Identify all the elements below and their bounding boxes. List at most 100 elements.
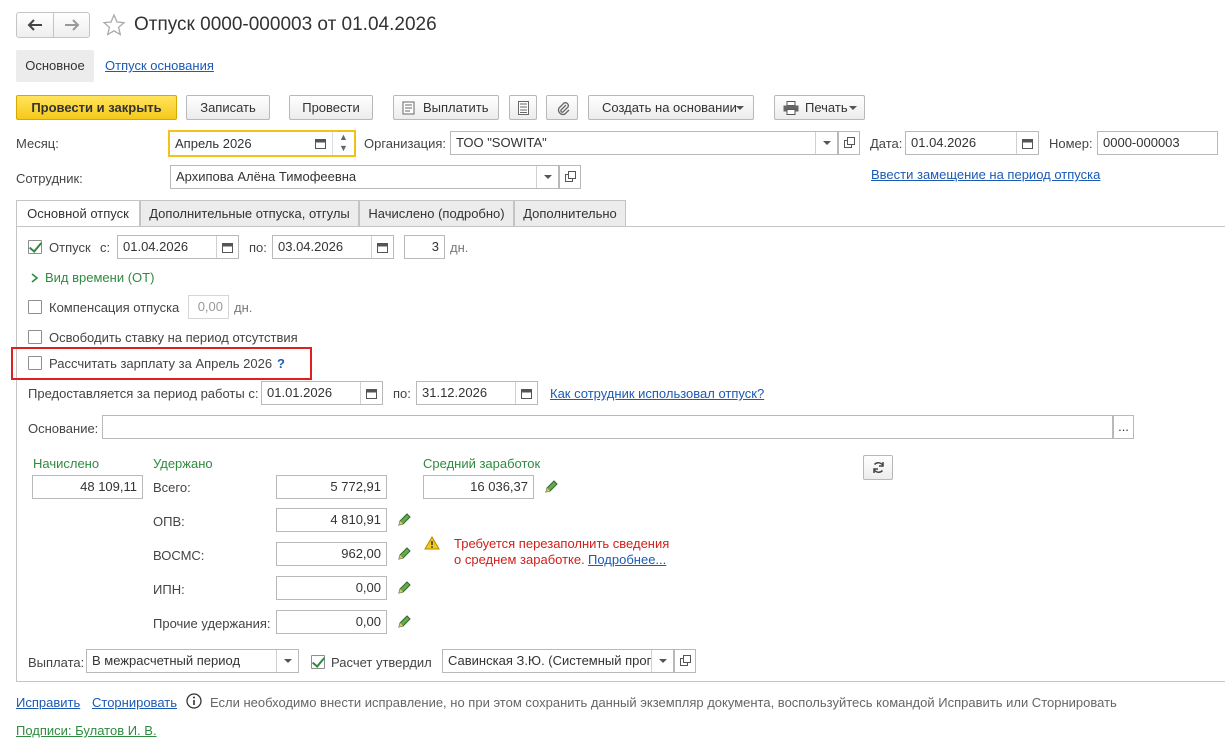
storno-link[interactable]: Сторнировать <box>92 695 177 711</box>
pencil-icon[interactable] <box>397 513 411 527</box>
approved-label: Расчет утвердил <box>331 655 432 670</box>
number-value: 0000-000003 <box>1103 135 1180 150</box>
calendar-icon[interactable] <box>1016 132 1038 154</box>
help-icon[interactable]: ? <box>277 356 285 372</box>
month-label: Месяц: <box>16 136 59 151</box>
back-button[interactable] <box>17 13 54 37</box>
days-unit: дн. <box>450 240 469 255</box>
refresh-button[interactable] <box>863 455 893 480</box>
printer-icon <box>783 101 799 115</box>
pencil-icon[interactable] <box>397 547 411 561</box>
calendar-icon[interactable] <box>216 236 238 258</box>
compensation-field[interactable]: 0,00 <box>188 295 229 319</box>
pencil-icon[interactable] <box>397 615 411 629</box>
period-to-field[interactable]: 31.12.2026 <box>416 381 538 405</box>
chevron-down-icon[interactable] <box>536 166 558 188</box>
print-button[interactable]: Печать <box>774 95 865 120</box>
vacation-checkbox[interactable] <box>28 240 42 254</box>
other-field[interactable]: 0,00 <box>276 610 387 634</box>
tab-additional[interactable]: Дополнительно <box>514 200 626 226</box>
chevron-down-icon[interactable] <box>276 650 298 672</box>
employee-open-button[interactable] <box>559 165 581 189</box>
month-field[interactable]: Апрель 2026 ▲ ▼ <box>168 130 356 157</box>
basis-select-button[interactable]: ... <box>1113 415 1134 439</box>
signatures-link[interactable]: Подписи: Булатов И. В. <box>16 723 157 739</box>
arrow-left-icon <box>27 19 42 31</box>
payment-label: Выплата: <box>28 655 85 670</box>
org-open-button[interactable] <box>838 131 860 155</box>
basis-field[interactable] <box>102 415 1113 439</box>
to-date-field[interactable]: 03.04.2026 <box>272 235 394 259</box>
create-based-button[interactable]: Создать на основании <box>588 95 754 120</box>
number-field[interactable]: 0000-000003 <box>1097 131 1218 155</box>
pencil-icon[interactable] <box>544 480 558 494</box>
time-kind-label: Вид времени (ОТ) <box>45 270 155 285</box>
period-to-label: по: <box>393 386 411 401</box>
free-rate-checkbox[interactable] <box>28 330 42 344</box>
open-form-icon <box>844 137 855 148</box>
chevron-down-icon[interactable] <box>815 132 837 154</box>
attach-button[interactable] <box>546 95 578 120</box>
date-field[interactable]: 01.04.2026 <box>905 131 1039 155</box>
tab-accrued-detailed[interactable]: Начислено (подробно) <box>359 200 514 226</box>
warning-icon <box>424 536 440 550</box>
warning-more-link[interactable]: Подробнее... <box>588 552 666 568</box>
vacation-label: Отпуск <box>49 240 91 255</box>
approver-field[interactable]: Савинская З.Ю. (Системный прог <box>442 649 674 673</box>
period-from-field[interactable]: 01.01.2026 <box>261 381 383 405</box>
chevron-right-icon <box>31 273 39 283</box>
post-and-close-button[interactable]: Провести и закрыть <box>16 95 177 120</box>
time-kind-toggle[interactable]: Вид времени (ОТ) <box>31 270 154 286</box>
tab-additional-vacations[interactable]: Дополнительные отпуска, отгулы <box>140 200 359 226</box>
to-label: по: <box>249 240 267 255</box>
spin-arrows-icon[interactable]: ▲ ▼ <box>332 132 354 155</box>
fix-link[interactable]: Исправить <box>16 695 80 711</box>
period-label: Предоставляется за период работы с: <box>28 386 259 401</box>
nav-main[interactable]: Основное <box>16 50 94 82</box>
ipn-field[interactable]: 0,00 <box>276 576 387 600</box>
approved-checkbox[interactable] <box>311 655 325 669</box>
from-date-field[interactable]: 01.04.2026 <box>117 235 239 259</box>
accrued-field[interactable]: 48 109,11 <box>32 475 143 499</box>
replacement-link[interactable]: Ввести замещение на период отпуска <box>871 167 1100 183</box>
org-field[interactable]: ТОО "SOWITA" <box>450 131 838 155</box>
approver-open-button[interactable] <box>674 649 696 673</box>
report-button[interactable] <box>509 95 537 120</box>
calendar-icon[interactable] <box>310 132 330 155</box>
document-icon <box>402 101 415 115</box>
save-button[interactable]: Записать <box>186 95 270 120</box>
chevron-down-icon[interactable] <box>651 650 673 672</box>
calendar-icon[interactable] <box>515 382 537 404</box>
avg-earnings-field[interactable]: 16 036,37 <box>423 475 534 499</box>
list-icon <box>518 101 529 115</box>
arrow-right-icon <box>65 19 80 31</box>
total-field[interactable]: 5 772,91 <box>276 475 387 499</box>
print-label: Печать <box>805 100 848 115</box>
post-button[interactable]: Провести <box>289 95 373 120</box>
forward-button[interactable] <box>54 13 90 37</box>
to-date-value: 03.04.2026 <box>278 239 344 254</box>
tab-main-vacation[interactable]: Основной отпуск <box>16 200 140 227</box>
free-rate-label: Освободить ставку на период отсутствия <box>49 330 298 345</box>
usage-link[interactable]: Как сотрудник использовал отпуск? <box>550 386 764 402</box>
payment-value: В межрасчетный период <box>92 653 241 668</box>
days-field[interactable]: 3 <box>404 235 445 259</box>
calc-salary-label: Рассчитать зарплату за Апрель 2026 <box>49 356 273 371</box>
warning-text-line1: Требуется перезаполнить сведения <box>454 536 670 551</box>
compensation-checkbox[interactable] <box>28 300 42 314</box>
other-label: Прочие удержания: <box>153 616 271 631</box>
org-label: Организация: <box>364 136 447 151</box>
ipn-label: ИПН: <box>153 582 185 597</box>
opv-field[interactable]: 4 810,91 <box>276 508 387 532</box>
employee-field[interactable]: Архипова Алёна Тимофеевна <box>170 165 559 189</box>
pencil-icon[interactable] <box>397 581 411 595</box>
calendar-icon[interactable] <box>360 382 382 404</box>
vosms-field[interactable]: 962,00 <box>276 542 387 566</box>
payment-field[interactable]: В межрасчетный период <box>86 649 299 673</box>
pay-button[interactable]: Выплатить <box>393 95 499 120</box>
calc-salary-checkbox[interactable] <box>28 356 42 370</box>
create-based-label: Создать на основании <box>602 100 737 115</box>
calendar-icon[interactable] <box>371 236 393 258</box>
nav-basis-link[interactable]: Отпуск основания <box>105 58 214 74</box>
star-icon[interactable] <box>102 13 126 37</box>
